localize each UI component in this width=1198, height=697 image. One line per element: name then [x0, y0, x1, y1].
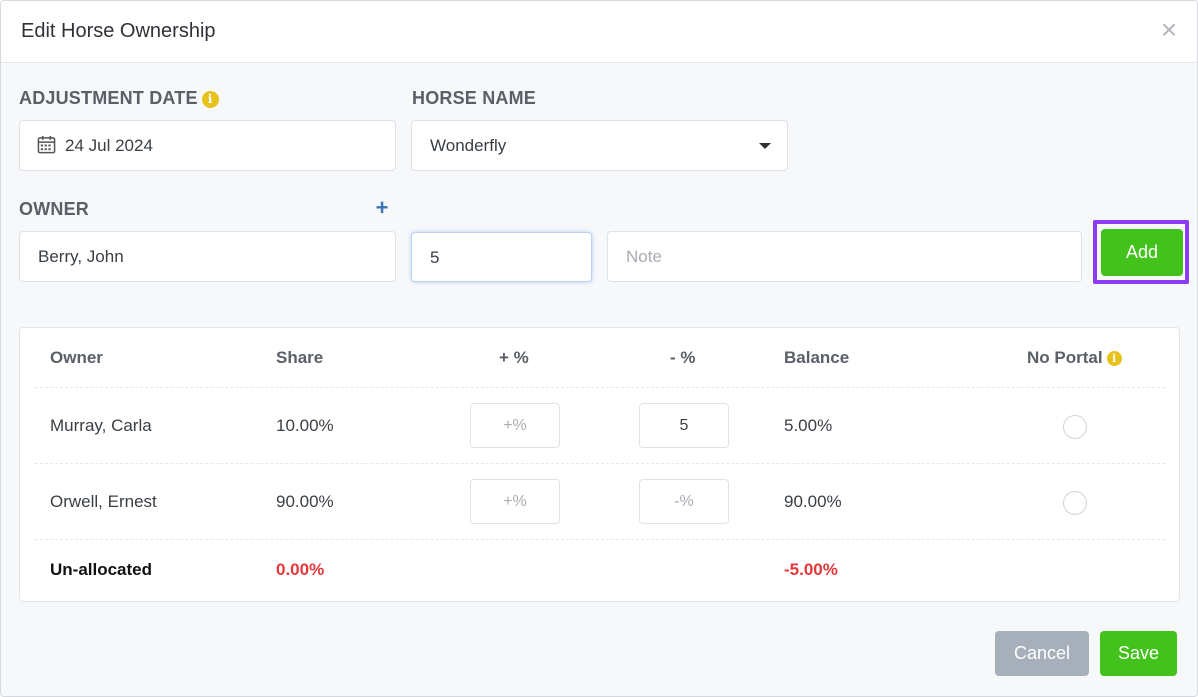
adjustment-date-label: ADJUSTMENT DATE i [19, 88, 219, 109]
info-icon[interactable]: i [201, 91, 219, 108]
chevron-down-icon [759, 143, 771, 149]
note-input[interactable]: Note [607, 231, 1082, 282]
row-2-no-portal-radio[interactable] [1063, 491, 1087, 515]
row-divider [35, 463, 1165, 464]
note-placeholder: Note [626, 247, 662, 266]
unallocated-label: Un-allocated [50, 560, 153, 579]
row-2-owner: Orwell, Ernest [50, 492, 157, 511]
row-divider [35, 539, 1165, 540]
adjustment-date-field[interactable]: 24 Jul 2024 [19, 120, 396, 171]
row-2-minus-input[interactable]: -% [639, 479, 729, 524]
cancel-button[interactable]: Cancel [995, 631, 1089, 676]
header-plus-percent: + % [499, 348, 529, 367]
percent-input[interactable]: 5 [411, 232, 592, 282]
calendar-icon [37, 135, 56, 154]
ownership-table: Owner Share + % - % Balance No Portal i M… [19, 327, 1180, 602]
save-button[interactable]: Save [1100, 631, 1177, 676]
edit-ownership-modal: Edit Horse Ownership × ADJUSTMENT DATE i … [0, 0, 1198, 697]
row-1-owner: Murray, Carla [50, 416, 152, 435]
unallocated-balance: -5.00% [784, 560, 838, 579]
unallocated-share: 0.00% [276, 560, 325, 579]
row-1-minus-input[interactable]: 5 [639, 403, 729, 448]
header-no-portal: No Portal i [1027, 348, 1122, 368]
percent-value: 5 [430, 248, 440, 267]
row-2-plus-input[interactable]: +% [470, 479, 560, 524]
modal-title: Edit Horse Ownership [21, 20, 216, 42]
row-divider [35, 387, 1165, 388]
header-share: Share [276, 348, 324, 367]
row-2-share: 90.00% [276, 492, 334, 511]
add-button[interactable]: Add [1101, 229, 1183, 276]
header-minus-percent: - % [670, 348, 696, 367]
horse-name-value: Wonderfly [430, 136, 507, 155]
add-owner-plus-icon[interactable]: + [373, 197, 391, 219]
header-no-portal-text: No Portal [1027, 348, 1103, 367]
owner-label: OWNER [19, 199, 89, 219]
adjustment-date-value: 24 Jul 2024 [65, 136, 153, 155]
adjustment-date-label-text: ADJUSTMENT DATE [19, 88, 198, 108]
header-owner: Owner [50, 348, 103, 367]
header-balance: Balance [784, 348, 850, 367]
owner-value: Berry, John [38, 247, 124, 266]
owner-select[interactable]: Berry, John [19, 231, 396, 282]
row-1-balance: 5.00% [784, 416, 833, 435]
info-icon[interactable]: i [1106, 351, 1122, 366]
row-1-plus-input[interactable]: +% [470, 403, 560, 448]
modal-header: Edit Horse Ownership × [1, 1, 1197, 63]
row-1-share: 10.00% [276, 416, 334, 435]
horse-name-label: HORSE NAME [412, 88, 537, 108]
row-2-balance: 90.00% [784, 492, 842, 511]
row-1-no-portal-radio[interactable] [1063, 415, 1087, 439]
horse-name-select[interactable]: Wonderfly [411, 120, 788, 171]
close-icon[interactable]: × [1157, 15, 1181, 45]
